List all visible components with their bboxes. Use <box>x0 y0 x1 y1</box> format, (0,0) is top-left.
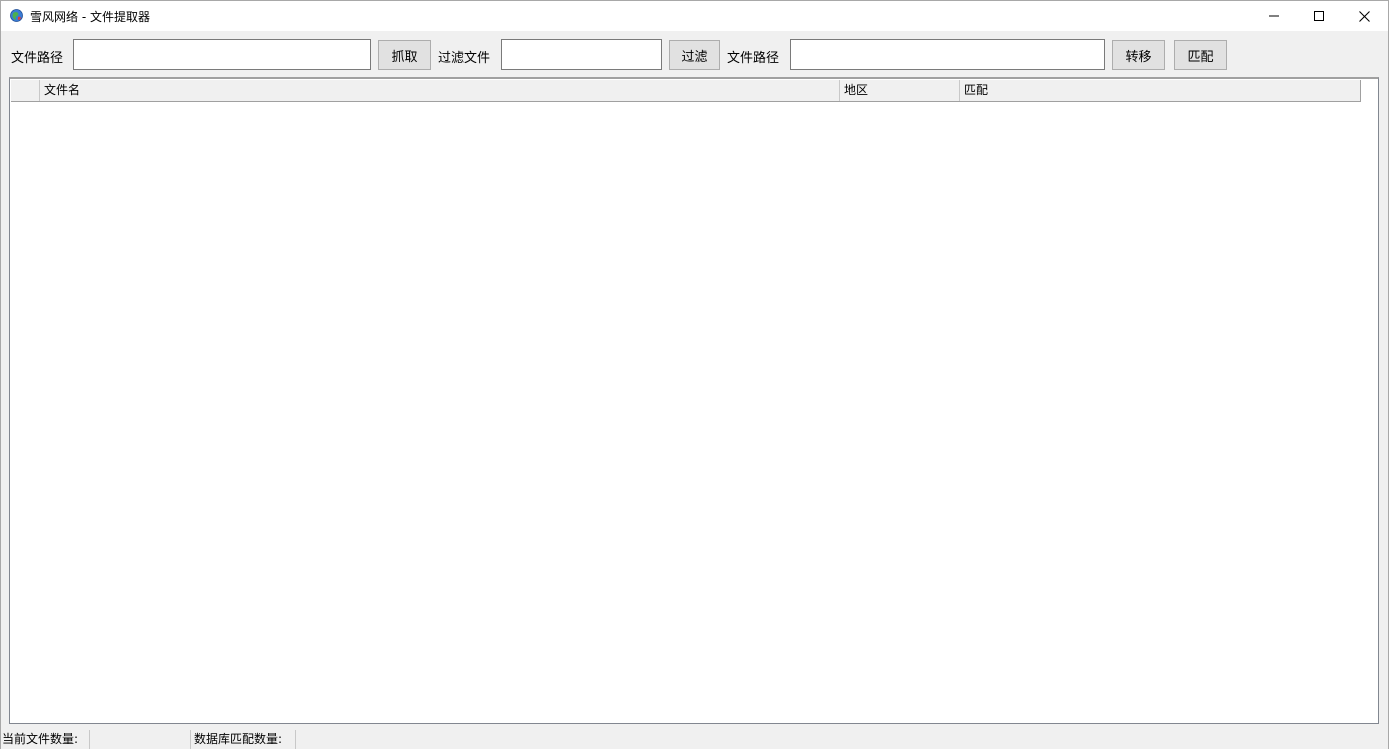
current-file-count-label: 当前文件数量: <box>2 732 79 746</box>
grab-button[interactable]: 抓取 <box>378 40 431 70</box>
db-match-count-value <box>299 728 399 749</box>
minimize-icon <box>1268 11 1279 21</box>
row-header-corner[interactable] <box>11 80 40 101</box>
source-path-input[interactable] <box>73 39 371 70</box>
close-icon <box>1359 10 1370 22</box>
db-match-count-label: 数据库匹配数量: <box>194 732 283 746</box>
target-path-label: 文件路径 <box>727 51 780 66</box>
status-divider <box>190 730 191 749</box>
main-window: 雪风网络 - 文件提取器 文件路径 抓取 过滤文件 过滤 文件路径 转移 匹配 … <box>0 0 1389 749</box>
column-header-match[interactable]: 匹配 <box>960 80 1359 101</box>
filter-input[interactable] <box>501 39 662 70</box>
transfer-button[interactable]: 转移 <box>1112 40 1165 70</box>
status-divider <box>89 730 90 749</box>
filter-button[interactable]: 过滤 <box>669 40 720 70</box>
status-bar: 当前文件数量: 数据库匹配数量: <box>1 728 1388 749</box>
match-button[interactable]: 匹配 <box>1174 40 1227 70</box>
status-divider <box>295 730 296 749</box>
column-header-region[interactable]: 地区 <box>840 80 960 101</box>
maximize-icon <box>1313 11 1324 21</box>
target-path-input[interactable] <box>790 39 1105 70</box>
grid-header: 文件名 地区 匹配 <box>11 80 1361 102</box>
window-title: 雪风网络 - 文件提取器 <box>30 10 150 24</box>
file-grid[interactable]: 文件名 地区 匹配 <box>9 77 1379 724</box>
maximize-button[interactable] <box>1296 1 1341 31</box>
globe-icon <box>10 9 23 22</box>
filter-label: 过滤文件 <box>438 51 491 66</box>
minimize-button[interactable] <box>1251 1 1296 31</box>
close-button[interactable] <box>1342 1 1387 31</box>
title-bar[interactable]: 雪风网络 - 文件提取器 <box>1 1 1388 31</box>
source-path-label: 文件路径 <box>11 51 64 66</box>
current-file-count-value <box>93 728 189 749</box>
column-header-filename[interactable]: 文件名 <box>40 80 840 101</box>
